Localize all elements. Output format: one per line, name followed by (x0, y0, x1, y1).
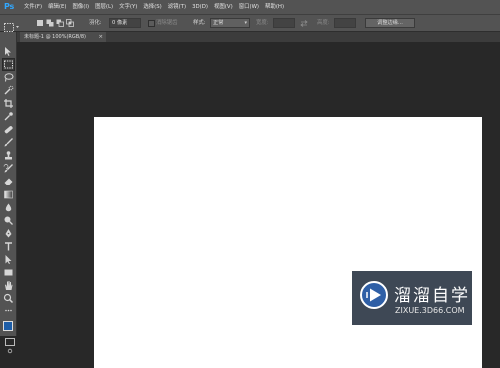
type-tool[interactable] (3, 241, 14, 252)
clone-stamp-icon (5, 151, 12, 160)
feather-label: 羽化: (89, 20, 102, 26)
menu-window[interactable]: 窗口(W) (239, 0, 259, 14)
width-label: 宽度: (256, 20, 269, 26)
height-input[interactable] (334, 18, 356, 28)
menu-help[interactable]: 帮助(H) (265, 0, 284, 14)
eyedropper-icon (4, 112, 13, 121)
close-icon[interactable]: × (98, 32, 103, 42)
watermark-url: ZIXUE.3D66.COM (395, 306, 465, 315)
feather-input[interactable]: 0 像素 (109, 18, 141, 28)
move-icon (5, 47, 11, 56)
clone-stamp-tool[interactable] (3, 150, 14, 161)
menu-image[interactable]: 图像(I) (73, 0, 90, 14)
menu-filter[interactable]: 滤镜(T) (168, 0, 186, 14)
refine-edge-button[interactable]: 调整边缘... (365, 18, 415, 28)
history-brush-tool[interactable] (3, 163, 14, 174)
path-select-icon (5, 255, 12, 264)
menu-type[interactable]: 文字(Y) (119, 0, 137, 14)
marquee-icon (4, 60, 13, 69)
menu-edit[interactable]: 编辑(E) (48, 0, 66, 14)
pen-tool[interactable] (3, 228, 14, 239)
healing-brush-tool[interactable] (3, 124, 14, 135)
watermark: 溜溜自学 ZIXUE.3D66.COM (352, 271, 472, 325)
quick-select-icon (4, 85, 14, 95)
gradient-tool[interactable] (3, 189, 14, 200)
crop-tool[interactable] (3, 98, 14, 109)
antialias-checkbox[interactable] (148, 20, 155, 27)
menu-3d[interactable]: 3D(D) (192, 0, 208, 14)
style-select[interactable]: 正常 ▾ (210, 18, 250, 28)
style-select-value: 正常 (213, 20, 224, 26)
height-label: 高度: (317, 20, 330, 26)
swap-icon[interactable] (300, 20, 308, 27)
antialias-label: 消除锯齿 (156, 20, 178, 26)
style-label: 样式: (193, 20, 206, 26)
foreground-color-swatch[interactable] (3, 321, 13, 331)
blur-tool[interactable] (3, 202, 14, 213)
tool-preset-picker[interactable] (3, 18, 21, 32)
brush-tool[interactable] (3, 137, 14, 148)
watermark-play-icon (360, 281, 388, 309)
eyedropper-tool[interactable] (3, 111, 14, 122)
document-tab[interactable]: 未标题-1 @ 100%(RGB/8) × (20, 32, 106, 42)
menu-file[interactable]: 文件(F) (24, 0, 42, 14)
add-selection-icon[interactable] (46, 19, 54, 27)
pen-icon (5, 229, 12, 238)
selection-modes (36, 19, 74, 27)
options-bar: 羽化: 0 像素 消除锯齿 样式: 正常 ▾ 宽度: 高度: 调整边缘... (0, 14, 500, 32)
document-tab-title: 未标题-1 @ 100%(RGB/8) (24, 34, 87, 40)
move-tool[interactable] (3, 46, 14, 57)
lasso-tool[interactable] (3, 72, 14, 83)
intersect-selection-icon[interactable] (66, 19, 74, 27)
new-selection-icon[interactable] (36, 19, 44, 27)
blur-icon (5, 203, 12, 212)
watermark-title: 溜溜自学 (394, 286, 470, 306)
quick-mask-button[interactable] (5, 338, 15, 354)
hand-icon (5, 281, 13, 290)
ellipsis-icon (5, 309, 12, 312)
gradient-icon (4, 190, 13, 199)
rectangle-tool[interactable] (3, 267, 14, 278)
path-select-tool[interactable] (3, 254, 14, 265)
more-tools[interactable] (3, 306, 14, 315)
zoom-icon (3, 293, 14, 304)
document-canvas[interactable] (94, 117, 482, 368)
zoom-tool[interactable] (3, 293, 14, 304)
type-icon (5, 242, 12, 251)
history-brush-icon (3, 164, 13, 173)
marquee-tool[interactable] (2, 58, 15, 71)
chevron-down-icon: ▾ (244, 20, 247, 26)
menu-bar: Ps 文件(F) 编辑(E) 图像(I) 图层(L) 文字(Y) 选择(S) 滤… (0, 0, 500, 14)
lasso-icon (4, 73, 14, 82)
hand-tool[interactable] (3, 280, 14, 291)
dodge-icon (4, 216, 13, 225)
photoshop-window: Ps 文件(F) 编辑(E) 图像(I) 图层(L) 文字(Y) 选择(S) 滤… (0, 0, 500, 368)
eraser-icon (4, 178, 13, 185)
photoshop-logo: Ps (3, 2, 15, 11)
tools-panel (0, 32, 17, 354)
healing-brush-icon (4, 126, 13, 134)
menu-layer[interactable]: 图层(L) (95, 0, 113, 14)
quick-select-tool[interactable] (3, 85, 14, 96)
brush-icon (4, 138, 13, 147)
crop-icon (4, 99, 13, 108)
quick-mask-icon (7, 348, 13, 354)
width-input[interactable] (273, 18, 295, 28)
dodge-tool[interactable] (3, 215, 14, 226)
rectangle-icon (4, 269, 13, 276)
menu-view[interactable]: 视图(V) (214, 0, 233, 14)
subtract-selection-icon[interactable] (56, 19, 64, 27)
document-tab-bar: 未标题-1 @ 100%(RGB/8) × (17, 32, 500, 42)
menu-select[interactable]: 选择(S) (143, 0, 161, 14)
eraser-tool[interactable] (3, 176, 14, 187)
